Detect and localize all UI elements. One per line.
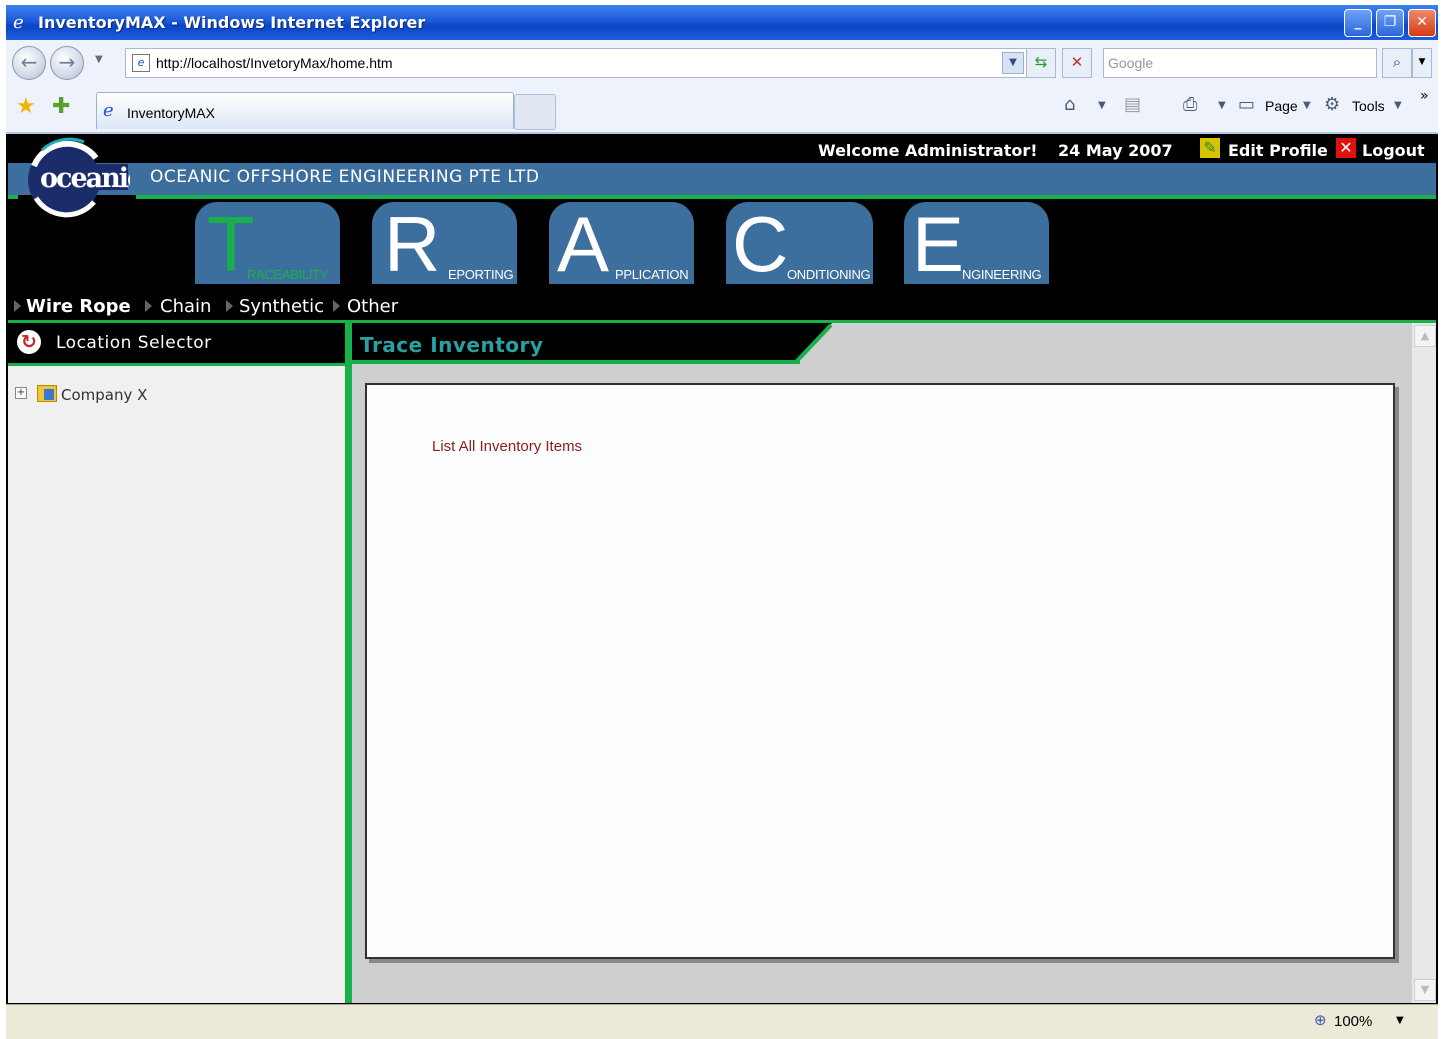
search-input[interactable]: Google bbox=[1103, 48, 1377, 78]
edit-profile-link[interactable]: Edit Profile bbox=[1228, 141, 1328, 160]
nav-arrow-icon bbox=[226, 300, 233, 312]
tab-toolbar: ★ ✚ e InventoryMAX ⌂ ▼ ▤ ⎙ ▼ ▭ Page ▼ ⚙ … bbox=[6, 88, 1438, 134]
nav-other[interactable]: Other bbox=[347, 296, 398, 317]
url-field[interactable]: e http://localhost/InvetoryMax/home.htm … bbox=[125, 48, 1027, 78]
close-button[interactable]: ✕ bbox=[1408, 9, 1436, 37]
gear-icon: ⚙ bbox=[1324, 94, 1341, 115]
page-dropdown-icon[interactable]: ▼ bbox=[1303, 100, 1311, 111]
trace-tab-reporting[interactable]: R EPORTING bbox=[372, 200, 517, 288]
home-icon[interactable]: ⌂ bbox=[1064, 94, 1075, 115]
nav-chain[interactable]: Chain bbox=[160, 296, 211, 317]
print-dropdown-icon[interactable]: ▼ bbox=[1218, 100, 1226, 111]
logout-link[interactable]: Logout bbox=[1362, 141, 1425, 160]
trace-letter: E bbox=[912, 200, 965, 288]
trace-word: NGINEERING bbox=[962, 267, 1042, 282]
zoom-level[interactable]: 100% bbox=[1334, 1013, 1372, 1030]
trace-word: PPLICATION bbox=[615, 267, 689, 282]
page-icon: e bbox=[132, 54, 150, 72]
trace-tab-traceability[interactable]: T RACEABILITY bbox=[195, 202, 340, 286]
page-menu-icon: ▭ bbox=[1238, 94, 1256, 115]
trace-word: RACEABILITY bbox=[247, 267, 329, 282]
welcome-text: Welcome Administrator! bbox=[818, 141, 1038, 160]
trace-tab-conditioning[interactable]: C ONDITIONING bbox=[726, 200, 873, 288]
window-titlebar[interactable]: e InventoryMAX - Windows Internet Explor… bbox=[6, 5, 1438, 40]
nav-arrow-icon bbox=[14, 300, 21, 312]
current-date: 24 May 2007 bbox=[1058, 141, 1173, 160]
minimize-button[interactable]: _ bbox=[1344, 9, 1372, 37]
location-panel bbox=[8, 323, 345, 1003]
list-all-inventory-link[interactable]: List All Inventory Items bbox=[432, 438, 582, 455]
print-icon[interactable]: ⎙ bbox=[1183, 94, 1197, 115]
refresh-button[interactable]: ⇆ bbox=[1026, 48, 1056, 78]
zoom-dropdown-icon[interactable]: ▼ bbox=[1396, 1015, 1404, 1026]
header-accent-left bbox=[8, 195, 18, 199]
stop-button[interactable]: ✕ bbox=[1062, 48, 1092, 78]
search-options-icon[interactable]: ▼ bbox=[1412, 48, 1432, 78]
edit-profile-icon[interactable]: ✎ bbox=[1200, 138, 1220, 158]
panel-divider bbox=[345, 323, 352, 1003]
scroll-down-icon[interactable]: ▼ bbox=[1414, 979, 1436, 1001]
location-panel-title: Location Selector bbox=[56, 333, 212, 353]
search-placeholder: Google bbox=[1108, 55, 1154, 71]
location-header-line bbox=[8, 363, 345, 366]
url-dropdown-icon[interactable]: ▼ bbox=[1002, 52, 1024, 74]
oceanic-logo: oceanic bbox=[28, 137, 130, 218]
vertical-scrollbar[interactable] bbox=[1412, 323, 1436, 1003]
history-dropdown-icon[interactable]: ▼ bbox=[95, 54, 103, 65]
new-tab-button[interactable] bbox=[514, 94, 556, 130]
chevron-more-icon[interactable]: » bbox=[1420, 88, 1429, 104]
header-diagonal bbox=[795, 323, 833, 365]
nav-arrow-icon bbox=[333, 300, 340, 312]
favorites-star-icon[interactable]: ★ bbox=[16, 94, 36, 119]
window-title: InventoryMAX - Windows Internet Explorer bbox=[38, 13, 426, 32]
forward-button[interactable]: → bbox=[50, 46, 84, 80]
nav-wire-rope[interactable]: Wire Rope bbox=[26, 296, 131, 317]
header-accent-line bbox=[136, 195, 1436, 199]
nav-arrow-icon bbox=[145, 300, 152, 312]
tab-inventorymax[interactable]: e InventoryMAX bbox=[96, 92, 514, 129]
back-button[interactable]: ← bbox=[12, 46, 46, 80]
add-favorite-icon[interactable]: ✚ bbox=[52, 94, 70, 119]
scroll-up-icon[interactable]: ▲ bbox=[1414, 325, 1436, 347]
trace-tab-engineering[interactable]: E NGINEERING bbox=[904, 200, 1049, 288]
url-text: http://localhost/InvetoryMax/home.htm bbox=[156, 55, 393, 71]
trace-word: ONDITIONING bbox=[787, 267, 871, 282]
tools-dropdown-icon[interactable]: ▼ bbox=[1394, 100, 1402, 111]
status-bar bbox=[6, 1004, 1438, 1039]
inventory-header-line bbox=[352, 360, 800, 364]
trace-letter: A bbox=[557, 200, 610, 288]
trace-letter: C bbox=[732, 200, 789, 288]
search-icon[interactable]: ⌕ bbox=[1382, 48, 1412, 78]
restore-button[interactable]: ❐ bbox=[1376, 9, 1404, 37]
tree-node-company[interactable]: Company X bbox=[61, 386, 147, 404]
inventory-content-box bbox=[365, 383, 1395, 959]
company-building-icon bbox=[44, 389, 54, 400]
trace-word: EPORTING bbox=[448, 267, 514, 282]
expand-tree-icon[interactable]: + bbox=[15, 387, 27, 399]
tab-label: InventoryMAX bbox=[127, 105, 215, 121]
nav-synthetic[interactable]: Synthetic bbox=[239, 296, 324, 317]
feeds-icon[interactable]: ▤ bbox=[1124, 94, 1141, 115]
category-nav bbox=[8, 290, 1436, 320]
page-menu[interactable]: Page bbox=[1265, 98, 1298, 114]
company-name: OCEANIC OFFSHORE ENGINEERING PTE LTD bbox=[150, 167, 540, 187]
trace-letter: R bbox=[384, 200, 441, 288]
refresh-location-icon[interactable]: ↻ bbox=[17, 330, 41, 354]
trace-tab-application[interactable]: A PPLICATION bbox=[549, 200, 694, 288]
zoom-icon[interactable]: ⊕ bbox=[1314, 1011, 1327, 1029]
address-toolbar: ← → ▼ e http://localhost/InvetoryMax/hom… bbox=[6, 40, 1438, 89]
tools-menu[interactable]: Tools bbox=[1352, 98, 1385, 114]
ie-tab-icon: e bbox=[103, 100, 114, 121]
logo-text: oceanic bbox=[40, 163, 130, 194]
home-dropdown-icon[interactable]: ▼ bbox=[1098, 100, 1106, 111]
logout-icon[interactable]: ✕ bbox=[1336, 138, 1356, 158]
ie-icon: e bbox=[13, 12, 24, 33]
inventory-panel-title: Trace Inventory bbox=[360, 333, 544, 357]
